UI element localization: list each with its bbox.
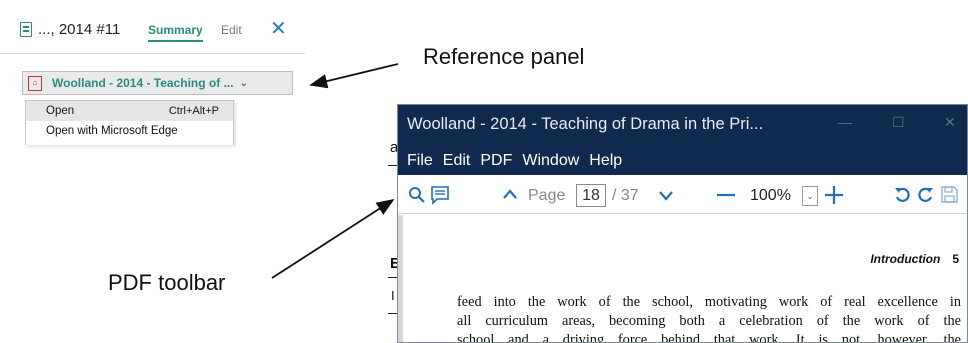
background-underline <box>388 165 397 166</box>
running-head-title: Introduction <box>870 252 941 266</box>
menu-item-shortcut: Ctrl+Alt+P <box>168 105 219 117</box>
pdf-page-view[interactable]: Introduction 5 feed into the work of the … <box>398 215 967 343</box>
header-divider <box>0 53 305 54</box>
zoom-in-icon[interactable] <box>824 185 844 205</box>
attachment-context-menu: Open Ctrl+Alt+P Open with Microsoft Edge <box>25 100 234 145</box>
pdf-text-line: all curriculum areas, becoming both a ce… <box>457 313 961 329</box>
page-total: / 37 <box>612 187 639 204</box>
chevron-down-icon[interactable] <box>658 189 674 201</box>
comment-icon[interactable] <box>430 185 450 205</box>
menu-item-label: Open <box>46 105 75 117</box>
annotation-pdf-toolbar: PDF toolbar <box>108 270 226 295</box>
item-title-text: ..., 2014 #11 <box>38 21 121 38</box>
window-close-icon[interactable]: ✕ <box>944 114 956 131</box>
page-label: Page <box>528 187 566 204</box>
menu-help[interactable]: Help <box>589 152 622 170</box>
pdf-text-line: feed into the work of the school, motiva… <box>457 294 961 310</box>
search-icon[interactable] <box>408 186 426 204</box>
item-title: ..., 2014 #11 <box>20 21 120 38</box>
background-text-fragment: I <box>391 288 395 303</box>
zoom-dropdown[interactable]: ⌄ <box>802 186 818 206</box>
chevron-up-icon[interactable] <box>502 188 518 200</box>
pdf-window-title: Woolland - 2014 - Teaching of Drama in t… <box>407 115 764 133</box>
pdf-attachment-button[interactable]: ⌂ Woolland - 2014 - Teaching of ... ⌄ <box>22 71 293 95</box>
pdf-viewer-window: Woolland - 2014 - Teaching of Drama in t… <box>397 104 968 343</box>
arrow-to-pdf-toolbar <box>271 199 395 279</box>
pdf-body-paragraph: feed into the work of the school, motiva… <box>457 293 961 343</box>
reference-panel-header: ..., 2014 #11 Summary Edit ✕ <box>0 0 305 60</box>
running-head-page: 5 <box>952 252 959 266</box>
annotation-reference-panel: Reference panel <box>423 44 585 69</box>
page-number-input[interactable]: 18 <box>576 184 606 207</box>
menu-file[interactable]: File <box>407 152 433 170</box>
pdf-file-icon: ⌂ <box>28 75 42 91</box>
menu-item-label: Open with Microsoft Edge <box>46 125 178 137</box>
zoom-out-icon[interactable] <box>716 193 736 197</box>
pdf-toolbar: Page 18 / 37 100% ⌄ <box>398 175 967 214</box>
background-underline <box>388 313 397 314</box>
rotate-right-icon[interactable] <box>916 186 934 204</box>
save-icon[interactable] <box>941 186 958 203</box>
zoom-level: 100% <box>750 187 791 204</box>
tab-summary[interactable]: Summary <box>148 23 203 42</box>
menu-edit[interactable]: Edit <box>443 152 471 170</box>
background-underline <box>388 277 397 278</box>
pdf-titlebar: Woolland - 2014 - Teaching of Drama in t… <box>398 105 967 146</box>
menu-pdf[interactable]: PDF <box>480 152 512 170</box>
arrow-to-reference-panel <box>309 63 399 89</box>
pdf-text-line: school and a driving force behind that w… <box>457 332 961 343</box>
pdf-menubar: File Edit PDF Window Help <box>398 146 967 175</box>
chevron-down-icon[interactable]: ⌄ <box>240 78 248 89</box>
document-icon <box>20 22 32 37</box>
attachment-label: Woolland - 2014 - Teaching of ... <box>52 76 234 90</box>
rotate-left-icon[interactable] <box>894 186 912 204</box>
running-head: Introduction 5 <box>870 252 959 266</box>
tab-edit[interactable]: Edit <box>221 23 242 37</box>
minimize-icon[interactable]: — <box>838 114 852 130</box>
menu-item-open[interactable]: Open Ctrl+Alt+P <box>26 101 233 121</box>
maximize-icon[interactable]: ☐ <box>892 114 905 131</box>
close-icon[interactable]: ✕ <box>270 19 287 39</box>
menu-item-open-with-edge[interactable]: Open with Microsoft Edge <box>26 121 233 141</box>
pdf-page-shadow <box>398 215 403 342</box>
menu-window[interactable]: Window <box>522 152 579 170</box>
